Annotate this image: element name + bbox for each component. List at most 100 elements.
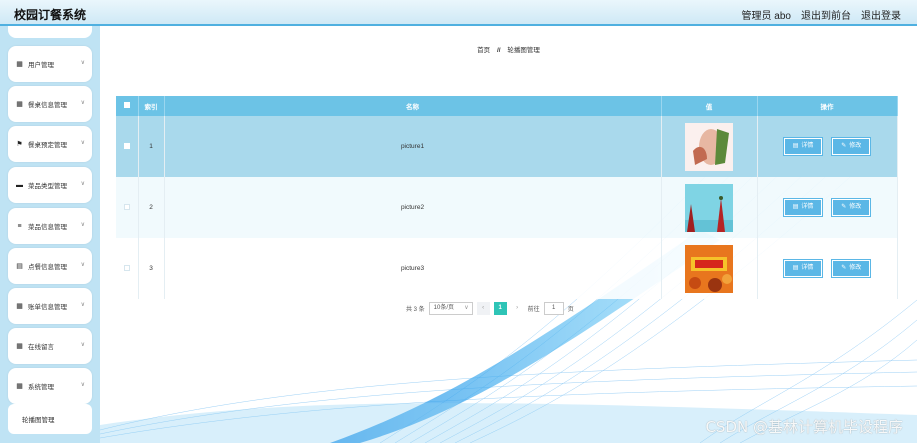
goto-label: 前往 (527, 307, 540, 313)
next-page-button[interactable]: › (511, 302, 524, 315)
sidebar-item-dish-type[interactable]: ▬ 菜品类型管理 ∨ (8, 167, 92, 203)
document-icon: ▤ (792, 204, 799, 210)
top-header: 校园订餐系统 管理员 abo 退出到前台 退出登录 (0, 0, 917, 26)
chevron-down-icon: ∨ (80, 181, 85, 187)
header-value: 值 (661, 96, 758, 116)
document-icon: ▤ (792, 265, 799, 271)
edit-button[interactable]: ✎ 修改 (832, 199, 871, 216)
row-actions: ▤ 详情 ✎ 修改 (757, 238, 898, 299)
table-row[interactable]: 1 picture1 ▤ 详情 ✎ 修改 (116, 116, 898, 177)
header-actions: 操作 (757, 96, 898, 116)
sidebar-item-bill-info[interactable]: ▦ 账单信息管理 ∨ (8, 288, 92, 324)
row-index: 2 (138, 177, 165, 238)
chevron-down-icon: ∨ (80, 302, 85, 308)
pagination: 共 3 条 10条/页 ∨ ‹ 1 › 前往 1 页 (406, 302, 574, 315)
sidebar-item-table-info[interactable]: ▦ 餐桌信息管理 ∨ (8, 86, 92, 122)
header-index: 索引 (138, 96, 165, 116)
chevron-down-icon: ∨ (80, 100, 85, 106)
page-size-select[interactable]: 10条/页 ∨ (428, 302, 473, 315)
grid-icon: ▦ (16, 383, 23, 390)
row-name: picture3 (164, 238, 662, 299)
table-row[interactable]: 2 picture2 ▤ 详情 ✎ 修改 (116, 177, 898, 238)
page-number-button[interactable]: 1 (493, 302, 507, 315)
breadcrumb-separator: // (496, 47, 501, 54)
sidebar-item-table-booking[interactable]: ⚑ 餐桌预定管理 ∨ (8, 126, 92, 162)
sidebar-subitem-carousel[interactable]: 轮播图管理 (8, 404, 92, 434)
sidebar-item-label: 菜品类型管理 (28, 183, 67, 190)
select-all-cell[interactable] (116, 96, 139, 116)
chevron-down-icon: ∨ (80, 342, 85, 348)
document-icon: ▤ (792, 143, 799, 149)
row-actions: ▤ 详情 ✎ 修改 (757, 116, 898, 177)
flag-icon: ⚑ (16, 141, 23, 148)
chevron-down-icon: ∨ (464, 305, 469, 311)
grid-icon: ▦ (16, 303, 23, 310)
row-name: picture2 (164, 177, 662, 238)
row-index: 3 (138, 238, 165, 299)
sidebar-item-order-info[interactable]: ▤ 点餐信息管理 ∨ (8, 248, 92, 284)
sidebar-stub (8, 26, 92, 38)
row-actions: ▤ 详情 ✎ 修改 (757, 177, 898, 238)
sidebar-item-label: 在线留言 (28, 344, 54, 351)
breadcrumb-current: 轮播图管理 (507, 47, 540, 54)
detail-button[interactable]: ▤ 详情 (783, 138, 823, 155)
logout-link[interactable]: 退出登录 (861, 7, 901, 22)
header-name: 名称 (164, 96, 662, 116)
watermark: CSDN @基林计算机毕设程序 (705, 418, 903, 436)
row-select-cell[interactable] (116, 177, 139, 238)
sidebar-item-label: 菜品信息管理 (28, 224, 67, 231)
admin-label: 管理员 abo (741, 11, 791, 22)
row-checkbox[interactable] (123, 264, 130, 271)
detail-button[interactable]: ▤ 详情 (783, 260, 823, 277)
sidebar-item-label: 账单信息管理 (28, 304, 67, 311)
row-checkbox[interactable] (123, 203, 130, 210)
table-header-row: 索引 名称 值 操作 (116, 96, 898, 116)
prev-page-button[interactable]: ‹ (476, 302, 490, 315)
select-all-checkbox[interactable] (123, 102, 130, 108)
back-to-front-link[interactable]: 退出到前台 (801, 7, 851, 22)
pencil-icon: ✎ (841, 265, 847, 271)
sidebar-item-label: 餐桌信息管理 (28, 102, 67, 109)
sidebar-item-dish-info[interactable]: ≡ 菜品信息管理 ∨ (8, 208, 92, 244)
carousel-image-thumbnail (685, 122, 733, 171)
carousel-image-thumbnail (685, 244, 733, 293)
goto-page-input[interactable]: 1 (543, 302, 564, 315)
edit-button[interactable]: ✎ 修改 (832, 138, 871, 155)
sidebar-item-messages[interactable]: ▦ 在线留言 ∨ (8, 328, 92, 364)
breadcrumb-home[interactable]: 首页 (477, 47, 490, 54)
row-image-cell (661, 238, 758, 299)
sidebar-item-label: 用户管理 (28, 62, 54, 69)
row-image-cell (661, 177, 758, 238)
row-image-cell (661, 116, 758, 177)
carousel-image-thumbnail (685, 183, 733, 232)
breadcrumb: 首页 // 轮播图管理 (100, 44, 917, 54)
row-index: 1 (138, 116, 165, 177)
row-select-cell[interactable] (116, 238, 139, 299)
chevron-down-icon: ∨ (80, 140, 85, 146)
list-icon: ▤ (16, 263, 23, 270)
edit-button[interactable]: ✎ 修改 (832, 260, 871, 277)
chevron-down-icon: ∨ (80, 382, 85, 388)
pencil-icon: ✎ (841, 204, 847, 210)
sidebar-item-users[interactable]: ▦ 用户管理 ∨ (8, 46, 92, 82)
sidebar-item-label: 餐桌预定管理 (28, 142, 67, 149)
row-name: picture1 (164, 116, 662, 177)
detail-button[interactable]: ▤ 详情 (783, 199, 823, 216)
sidebar-item-system[interactable]: ▦ 系统管理 ∨ (8, 368, 92, 404)
sidebar-item-label: 点餐信息管理 (28, 264, 67, 271)
chevron-down-icon: ∨ (80, 262, 85, 268)
sliders-icon: ≡ (17, 222, 22, 230)
grid-icon: ▦ (16, 101, 23, 108)
grid-icon: ▦ (16, 343, 23, 350)
card-icon: ▬ (16, 181, 23, 189)
chevron-down-icon: ∨ (80, 60, 85, 66)
chevron-down-icon: ∨ (80, 222, 85, 228)
row-select-cell[interactable] (116, 116, 139, 177)
pencil-icon: ✎ (841, 143, 847, 149)
carousel-table: 索引 名称 值 操作 1 picture1 ▤ 详情 ✎ 修改 2 pictur… (116, 96, 898, 299)
sidebar-item-label: 系统管理 (28, 384, 54, 391)
page-suffix: 页 (567, 307, 574, 313)
sidebar: ▦ 用户管理 ∨ ▦ 餐桌信息管理 ∨ ⚑ 餐桌预定管理 ∨ ▬ 菜品类型管理 … (0, 26, 100, 443)
row-checkbox[interactable] (123, 142, 130, 149)
table-row[interactable]: 3 picture3 ▤ 详情 ✎ 修改 (116, 238, 898, 299)
